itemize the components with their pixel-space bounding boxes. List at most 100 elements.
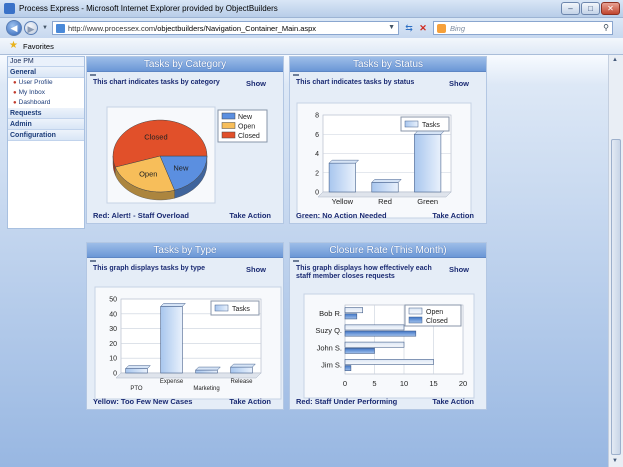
legend-label: Closed — [238, 133, 260, 140]
forward-button[interactable]: ▶ — [24, 21, 38, 35]
sidebar-item-my-inbox[interactable]: ● My Inbox — [8, 88, 84, 98]
pie-slice-label: Open — [139, 170, 157, 179]
stop-icon[interactable]: ✕ — [417, 22, 429, 34]
favorites-star-icon[interactable]: ★ — [9, 40, 18, 51]
bar-top — [195, 366, 221, 371]
status-message: Green: No Action Needed — [296, 211, 387, 220]
sidebar-item-dashboard[interactable]: ● Dashboard — [8, 98, 84, 108]
sidebar-item-label: Dashboard — [18, 99, 51, 106]
close-button[interactable]: ✕ — [601, 2, 620, 15]
scroll-down-icon[interactable]: ▼ — [612, 458, 618, 464]
address-bar: ◀ ▶ ▼ http://www.processex.com/objectbui… — [0, 18, 623, 38]
bar-top — [371, 179, 402, 183]
take-action-link[interactable]: Take Action — [229, 211, 271, 220]
take-action-link[interactable]: Take Action — [229, 397, 271, 406]
pie-slice-label: Closed — [144, 132, 167, 141]
bar — [230, 366, 253, 374]
search-placeholder: Bing — [450, 24, 466, 33]
sidebar-item-label: User Profile — [18, 79, 53, 86]
bing-icon — [437, 24, 446, 33]
panel-tasks-by-status: Tasks by Status This chart indicates tas… — [289, 56, 487, 224]
page-icon — [56, 24, 65, 33]
legend-label: New — [238, 114, 253, 121]
window-title: Process Express - Microsoft Internet Exp… — [19, 4, 278, 13]
url-dropdown-icon[interactable]: ▼ — [388, 24, 395, 31]
recent-pages-dropdown-icon[interactable]: ▼ — [39, 22, 51, 34]
bar — [160, 306, 183, 374]
x-tick-label: 0 — [343, 379, 347, 388]
bar — [344, 347, 375, 354]
bar — [344, 359, 434, 365]
maximize-button[interactable]: □ — [581, 2, 600, 15]
x-tick-label: 5 — [372, 379, 376, 388]
legend-swatch — [214, 304, 229, 312]
legend-swatch — [221, 112, 236, 120]
bar — [344, 307, 364, 314]
legend-swatch — [221, 131, 236, 139]
bar-chart: 0 2 4 6 8 Yellow Red Green Tasks — [296, 102, 472, 219]
legend-label: Open — [426, 309, 443, 316]
bar — [125, 368, 148, 374]
take-action-link[interactable]: Take Action — [432, 397, 474, 406]
legend-label: Tasks — [232, 306, 250, 313]
bar — [344, 313, 358, 320]
vertical-scrollbar[interactable]: ▲ ▼ — [608, 55, 623, 467]
y-tick-label: 8 — [315, 113, 319, 120]
ie-app-icon — [4, 3, 15, 14]
search-input[interactable]: Bing ⚲ — [433, 21, 613, 35]
panel-tasks-by-type: Tasks by Type This graph displays tasks … — [86, 242, 284, 410]
y-tick-label: 2 — [315, 170, 319, 177]
legend-swatch — [408, 316, 423, 324]
y-tick-label: 6 — [315, 132, 319, 139]
scrollbar-thumb[interactable] — [611, 139, 621, 455]
bar-top — [413, 131, 445, 135]
y-tick-label: 40 — [109, 311, 117, 318]
take-action-link[interactable]: Take Action — [432, 211, 474, 220]
y-tick-label: 50 — [109, 297, 117, 304]
y-tick-label: 4 — [315, 151, 319, 158]
x-tick-label: PTO — [130, 386, 143, 392]
y-tick-label: Jim S. — [321, 361, 342, 370]
url-field[interactable]: http://www.processex.com/objectbuilders/… — [52, 21, 399, 35]
minimize-button[interactable]: – — [561, 2, 580, 15]
favorites-button[interactable]: Favorites — [23, 42, 54, 51]
sidebar-item-user-profile[interactable]: ● User Profile — [8, 78, 84, 88]
status-message: Yellow: Too Few New Cases — [93, 397, 193, 406]
panel-tasks-by-category: Tasks by Category This chart indicates t… — [86, 56, 284, 224]
status-message: Red: Staff Under Performing — [296, 397, 398, 406]
bar — [195, 369, 218, 374]
x-tick-label: Marketing — [193, 386, 219, 392]
sidebar: Joe PM General ● User Profile ● My Inbox ●… — [7, 56, 85, 229]
y-tick-label: John S. — [317, 343, 342, 352]
legend-swatch — [408, 307, 423, 315]
scroll-up-icon[interactable]: ▲ — [612, 57, 618, 63]
compatibility-icon[interactable]: ⇆ — [403, 22, 415, 34]
x-tick-label: 15 — [429, 379, 437, 388]
legend-swatch — [221, 122, 236, 129]
legend-swatch — [404, 120, 419, 128]
pie-chart: New Open Closed New Open Closed — [106, 106, 268, 204]
bullet-icon: ● — [13, 80, 17, 86]
bar — [344, 330, 417, 337]
status-message: Red: Alert! - Staff Overload — [93, 211, 189, 220]
bar-top — [230, 363, 256, 368]
legend-label: Tasks — [422, 122, 440, 129]
y-tick-label: 0 — [315, 190, 319, 197]
x-tick-label: 10 — [400, 379, 408, 388]
bar — [344, 365, 352, 371]
url-path: /objectbuilders/Navigation_Container_Mai… — [155, 24, 317, 33]
y-tick-label: 10 — [109, 356, 117, 363]
legend-label: Open — [238, 124, 255, 131]
back-button[interactable]: ◀ — [6, 20, 22, 36]
bar-top — [328, 159, 360, 164]
sidebar-section-general[interactable]: General — [8, 67, 84, 78]
x-tick-label: Red — [378, 197, 392, 206]
sidebar-section-configuration[interactable]: Configuration — [8, 130, 84, 141]
sidebar-section-requests[interactable]: Requests — [8, 108, 84, 119]
panel-closure-rate: Closure Rate (This Month) This graph dis… — [289, 242, 487, 410]
sidebar-section-admin[interactable]: Admin — [8, 119, 84, 130]
y-tick-label: 30 — [109, 326, 117, 333]
url-host: http://www.processex.com — [68, 24, 156, 33]
legend-label: Closed — [426, 318, 448, 325]
search-icon[interactable]: ⚲ — [603, 23, 609, 32]
